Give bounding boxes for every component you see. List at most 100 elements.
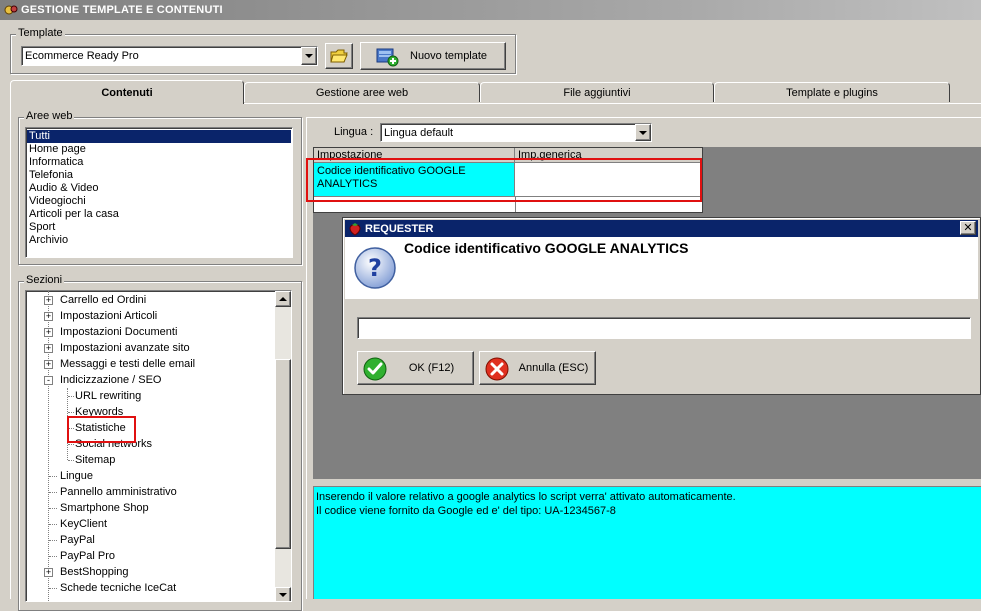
lingua-select[interactable]: Lingua default — [380, 123, 652, 142]
tree-item[interactable]: KeyClient — [26, 516, 276, 532]
requester-header: ? Codice identificativo GOOGLE ANALYTICS — [345, 237, 978, 299]
tree-item[interactable]: Smartphone Shop — [26, 500, 276, 516]
chevron-down-icon[interactable] — [301, 47, 317, 65]
cancel-button[interactable]: Annulla (ESC) — [479, 351, 596, 385]
aree-web-list[interactable]: Tutti Home page Informatica Telefonia Au… — [25, 127, 293, 258]
tree-item-label: Impostazioni Articoli — [60, 310, 158, 322]
tree-item-label: Schede tecniche IceCat — [60, 582, 177, 594]
tab-gestione-aree-web[interactable]: Gestione aree web — [244, 82, 480, 102]
ok-button[interactable]: OK (F12) — [357, 351, 474, 385]
svg-text:?: ? — [368, 254, 382, 282]
tree-item-label: PayPal Pro — [60, 550, 116, 562]
chevron-down-icon[interactable] — [635, 124, 651, 141]
tree-item[interactable]: PayPal Pro — [26, 548, 276, 564]
tree-item-label: BestShopping — [60, 566, 129, 578]
tree-item[interactable]: Keywords — [26, 404, 276, 420]
expand-icon[interactable]: + — [44, 360, 53, 369]
check-icon — [363, 357, 387, 381]
close-button[interactable]: ✕ — [960, 221, 976, 235]
tree-item-label: Lingue — [60, 470, 94, 482]
description-line: Il codice viene fornito da Google ed e' … — [316, 505, 616, 517]
tab-file-aggiuntivi-label: File aggiuntivi — [563, 86, 631, 99]
tree-item[interactable]: Social networks — [26, 436, 276, 452]
tree-item[interactable]: + Impostazioni avanzate sito — [26, 340, 276, 356]
tree-item-statistiche[interactable]: Statistiche — [26, 420, 276, 436]
list-item[interactable]: Archivio — [27, 234, 291, 247]
aree-web-label: Aree web — [24, 110, 75, 122]
description-line: Inserendo il valore relativo a google an… — [316, 491, 736, 503]
list-item[interactable]: Tutti — [27, 130, 291, 143]
grid-row-highlight-box — [306, 158, 702, 202]
list-item[interactable]: Home page — [27, 143, 291, 156]
tree-item[interactable]: + Messaggi e testi delle email — [26, 356, 276, 372]
requester-titlebar: REQUESTER ✕ — [345, 220, 978, 237]
requester-question: Codice identificativo GOOGLE ANALYTICS — [404, 240, 689, 256]
question-icon: ? — [354, 247, 396, 289]
cancel-button-label: Annulla (ESC) — [518, 362, 589, 374]
tree-item[interactable]: - Indicizzazione / SEO — [26, 372, 276, 388]
expand-icon[interactable]: + — [44, 312, 53, 321]
tree-item-label: Smartphone Shop — [60, 502, 149, 514]
tree-item[interactable]: Sitemap — [26, 452, 276, 468]
close-icon: ✕ — [963, 221, 973, 234]
statistiche-highlight-box — [67, 416, 136, 443]
description-panel: Inserendo il valore relativo a google an… — [313, 486, 981, 599]
list-item[interactable]: Audio & Video — [27, 182, 291, 195]
tab-file-aggiuntivi[interactable]: File aggiuntivi — [480, 82, 714, 102]
list-item[interactable]: Telefonia — [27, 169, 291, 182]
template-select-value: Ecommerce Ready Pro — [25, 50, 139, 62]
tab-contenuti[interactable]: Contenuti — [10, 80, 244, 104]
list-item[interactable]: Sport — [27, 221, 291, 234]
folder-icon — [330, 49, 348, 63]
sezioni-label: Sezioni — [24, 274, 65, 286]
tree-item-label: Messaggi e testi delle email — [60, 358, 196, 370]
tree-item[interactable]: URL rewriting — [26, 388, 276, 404]
list-item[interactable]: Articoli per la casa — [27, 208, 291, 221]
open-folder-button[interactable] — [325, 43, 353, 69]
sezioni-tree[interactable]: + Carrello ed Ordini + Impostazioni Arti… — [25, 290, 292, 602]
tree-item[interactable]: Schede tecniche IceCat — [26, 580, 276, 596]
tree-item[interactable]: Pannello amministrativo — [26, 484, 276, 500]
tree-item-label: Indicizzazione / SEO — [60, 374, 162, 386]
scroll-down-button[interactable] — [275, 587, 291, 601]
tree-item[interactable]: + Impostazioni Documenti — [26, 324, 276, 340]
scroll-thumb[interactable] — [275, 359, 291, 549]
tab-contenuti-label: Contenuti — [101, 86, 153, 99]
template-group-label: Template — [16, 27, 65, 39]
tab-gestione-aree-web-label: Gestione aree web — [315, 86, 409, 99]
list-item[interactable]: Videogiochi — [27, 195, 291, 208]
requester-input[interactable] — [357, 317, 971, 339]
scroll-up-button[interactable] — [275, 291, 291, 307]
expand-icon[interactable]: + — [44, 296, 53, 305]
tree-item-label: Pannello amministrativo — [60, 486, 177, 498]
requester-title: REQUESTER — [365, 222, 434, 235]
window-titlebar: GESTIONE TEMPLATE E CONTENUTI — [0, 0, 981, 20]
tree-item[interactable]: + BestShopping — [26, 564, 276, 580]
tree-item-label: KeyClient — [60, 518, 108, 530]
tree-item[interactable]: + Impostazioni Articoli — [26, 308, 276, 324]
expand-icon[interactable]: + — [44, 328, 53, 337]
tree-item[interactable]: Lingue — [26, 468, 276, 484]
lingua-label: Lingua : — [334, 126, 374, 138]
template-select[interactable]: Ecommerce Ready Pro — [21, 46, 318, 66]
tree-item[interactable]: + Carrello ed Ordini — [26, 292, 276, 308]
tree-item-label: Impostazioni avanzate sito — [60, 342, 190, 354]
expand-icon[interactable]: + — [44, 568, 53, 577]
list-item[interactable]: Informatica — [27, 156, 291, 169]
tree-item[interactable]: PayPal — [26, 532, 276, 548]
expand-icon[interactable]: + — [44, 344, 53, 353]
app-icon — [4, 3, 18, 17]
tree-item-label: Carrello ed Ordini — [60, 294, 147, 306]
tree-item-label: PayPal — [60, 534, 95, 546]
tree-item-label: Sitemap — [75, 454, 116, 466]
new-template-button[interactable]: Nuovo template — [360, 42, 506, 70]
cancel-icon — [485, 357, 509, 381]
requester-dialog: REQUESTER ✕ ? Codice identificativo GOOG… — [342, 217, 981, 395]
collapse-icon[interactable]: - — [44, 376, 53, 385]
tree-scrollbar[interactable] — [275, 291, 291, 601]
window-title: GESTIONE TEMPLATE E CONTENUTI — [21, 4, 223, 16]
tree-item-label: Impostazioni Documenti — [60, 326, 178, 338]
tree-item-label: URL rewriting — [75, 390, 142, 402]
tab-template-e-plugins[interactable]: Template e plugins — [714, 82, 950, 102]
strawberry-icon — [349, 222, 361, 236]
